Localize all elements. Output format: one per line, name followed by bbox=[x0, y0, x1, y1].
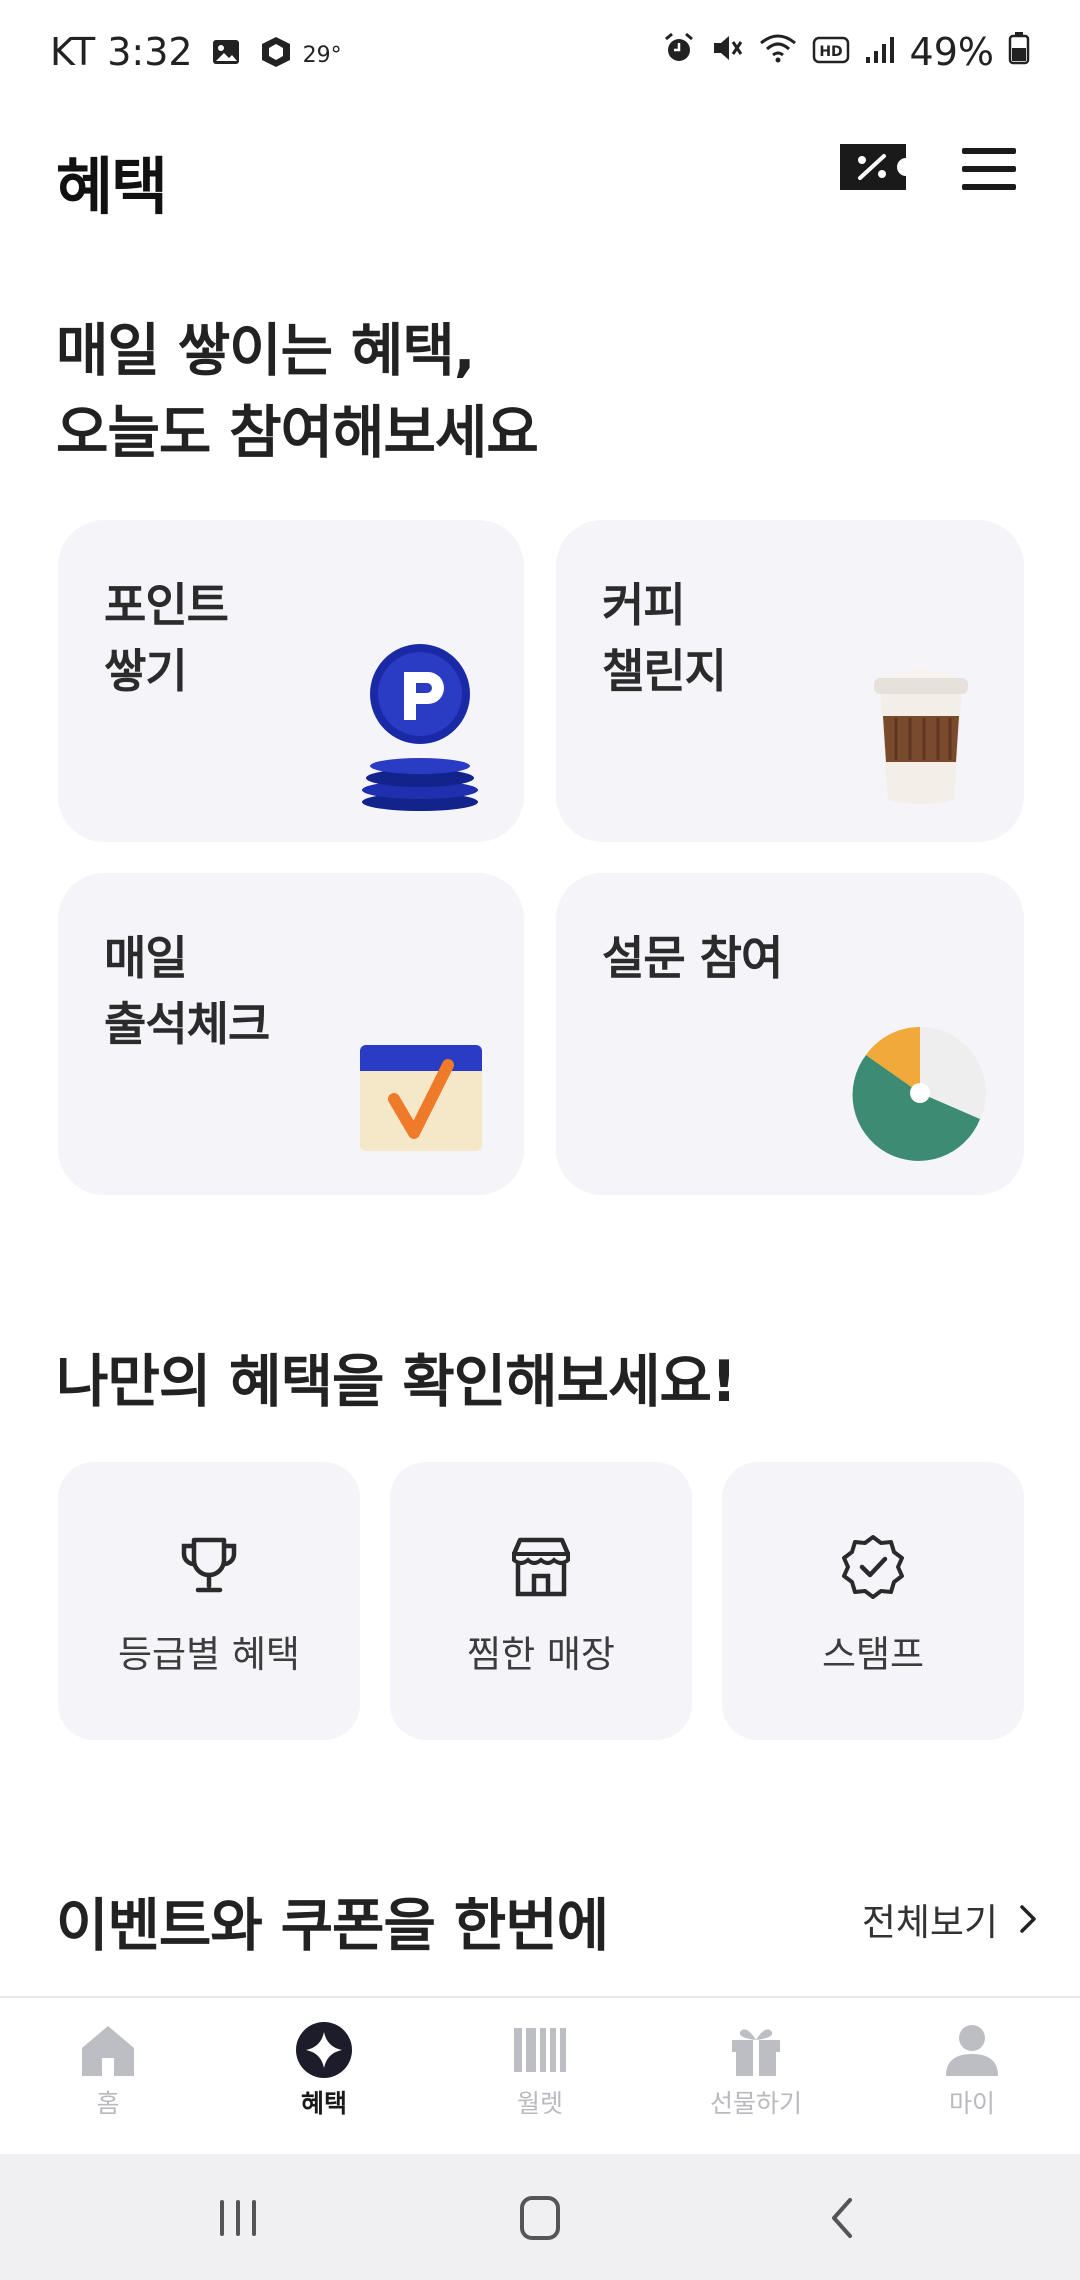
see-all-link[interactable]: 전체보기 bbox=[862, 1892, 1040, 1946]
tier-benefit-label: 등급별 혜택 bbox=[118, 1633, 300, 1676]
nav-gift[interactable]: 선물하기 bbox=[676, 2020, 836, 2120]
stamp-label: 스탬프 bbox=[821, 1633, 925, 1676]
point-card-label: 포인트 쌓기 bbox=[104, 578, 229, 698]
coffee-card-label: 커피 챌린지 bbox=[602, 578, 727, 698]
recent-apps-button[interactable] bbox=[208, 2190, 268, 2246]
nav-wallet[interactable]: 월렛 bbox=[460, 2020, 620, 2120]
back-icon bbox=[832, 2198, 852, 2238]
nav-gift-label: 선물하기 bbox=[709, 2089, 802, 2118]
saved-store-label: 찜한 매장 bbox=[467, 1633, 615, 1676]
nav-wallet-label: 월렛 bbox=[516, 2089, 563, 2118]
mute-icon bbox=[710, 30, 744, 74]
gift-icon bbox=[732, 2029, 780, 2076]
point-coin-icon bbox=[348, 642, 488, 826]
home-system-button[interactable] bbox=[510, 2190, 570, 2246]
attendance-card-label: 매일 출석체크 bbox=[104, 931, 270, 1051]
badge-check-icon bbox=[842, 1535, 904, 1599]
daily-headline-line2: 오늘도 참여해보세요 bbox=[56, 400, 539, 466]
my-benefit-headline: 나만의 혜택을 확인해보세요! bbox=[56, 1349, 737, 1415]
daily-benefit-headline: 매일 쌓이는 혜택, 오늘도 참여해보세요 bbox=[56, 310, 539, 474]
chevron-right-icon bbox=[1020, 1905, 1036, 1933]
svg-text:HD: HD bbox=[819, 44, 842, 60]
tier-benefit-tile[interactable]: 등급별 혜택 bbox=[58, 1462, 360, 1740]
hamburger-icon bbox=[962, 148, 1016, 190]
coupon-icon bbox=[840, 144, 906, 190]
nav-home-label: 홈 bbox=[96, 2089, 120, 2118]
carrier-time: KT 3:32 bbox=[50, 30, 193, 74]
battery-icon bbox=[1008, 30, 1030, 74]
home-square-icon bbox=[520, 2196, 560, 2240]
alarm-icon bbox=[662, 30, 696, 74]
wifi-icon bbox=[758, 30, 798, 74]
coupon-button[interactable] bbox=[840, 144, 906, 190]
status-bar-right: HD 49% bbox=[662, 30, 1030, 74]
page-title: 혜택 bbox=[56, 150, 168, 223]
attendance-check-card[interactable]: 매일 출석체크 bbox=[58, 873, 524, 1195]
status-bar-left: KT 3:32 29° bbox=[50, 30, 342, 74]
box-icon bbox=[259, 35, 293, 69]
store-icon bbox=[511, 1537, 571, 1597]
nav-benefit[interactable]: 혜택 bbox=[244, 2020, 404, 2120]
see-all-label: 전체보기 bbox=[861, 1901, 998, 1944]
survey-card[interactable]: 설문 참여 bbox=[556, 873, 1024, 1195]
sparkle-icon bbox=[296, 2022, 352, 2078]
system-nav-bar bbox=[0, 2154, 1080, 2280]
nav-my-label: 마이 bbox=[948, 2089, 995, 2118]
home-icon bbox=[82, 2026, 134, 2076]
hd-icon: HD bbox=[812, 30, 850, 74]
back-button[interactable] bbox=[812, 2190, 872, 2246]
pie-chart-icon bbox=[850, 1023, 990, 1167]
bottom-nav: 홈 혜택 월렛 선물하기 마이 bbox=[0, 1996, 1080, 2154]
stamp-tile[interactable]: 스탬프 bbox=[722, 1462, 1024, 1740]
coffee-cup-icon bbox=[866, 660, 976, 814]
signal-icon bbox=[864, 30, 896, 74]
trophy-icon bbox=[181, 1537, 237, 1593]
events-coupons-headline: 이벤트와 쿠폰을 한번에 bbox=[56, 1893, 609, 1959]
barcode-icon bbox=[514, 2028, 566, 2072]
gallery-icon bbox=[211, 37, 241, 67]
app-header: 혜택 bbox=[0, 120, 1080, 230]
saved-store-tile[interactable]: 찜한 매장 bbox=[390, 1462, 692, 1740]
nav-benefit-label: 혜택 bbox=[300, 2089, 347, 2118]
nav-home[interactable]: 홈 bbox=[28, 2020, 188, 2120]
calendar-check-icon bbox=[356, 1039, 486, 1159]
temperature: 29° bbox=[302, 42, 342, 68]
menu-button[interactable] bbox=[960, 144, 1018, 194]
survey-card-label: 설문 참여 bbox=[602, 931, 783, 985]
point-card[interactable]: 포인트 쌓기 bbox=[58, 520, 524, 842]
battery-percent: 49% bbox=[909, 30, 994, 74]
daily-headline-line1: 매일 쌓이는 혜택, bbox=[56, 318, 475, 384]
coffee-challenge-card[interactable]: 커피 챌린지 bbox=[556, 520, 1024, 842]
recent-apps-icon bbox=[220, 2200, 256, 2236]
person-icon bbox=[946, 2025, 998, 2076]
nav-my[interactable]: 마이 bbox=[892, 2020, 1052, 2120]
status-bar: KT 3:32 29° HD 49% bbox=[0, 0, 1080, 110]
